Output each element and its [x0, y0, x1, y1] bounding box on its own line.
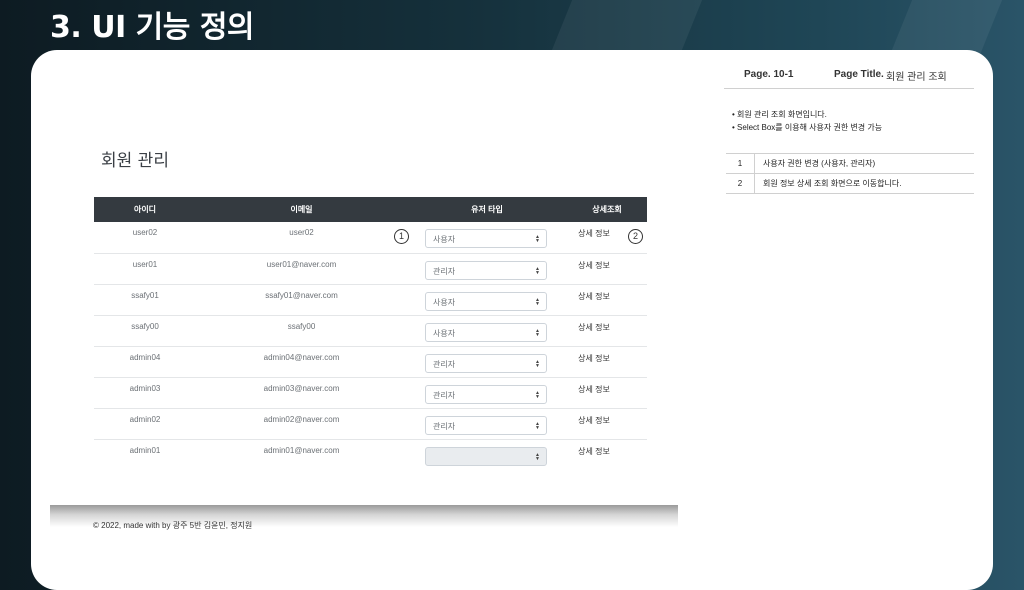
cell-id: admin02	[94, 408, 196, 440]
table-row: user02 user02 사용자 ▲ ▼ 상세 정보	[94, 222, 647, 254]
cell-email: admin03@naver.com	[196, 377, 407, 409]
cell-email: admin04@naver.com	[196, 346, 407, 378]
note-text: 사용자 권한 변경 (사용자, 관리자)	[754, 153, 974, 174]
select-value: 사용자	[433, 297, 456, 307]
cell-user-type: 사용자 ▲ ▼	[407, 284, 567, 316]
table-header-row: 아이디 이메일 유저 타입 상세조회	[94, 197, 647, 222]
column-header-user-type: 유저 타입	[407, 197, 567, 222]
table-row: user01 user01@naver.com 관리자 ▲ ▼ 상세 정보	[94, 253, 647, 285]
updown-arrow-icon: ▲ ▼	[535, 265, 540, 276]
page-heading: 회원 관리	[101, 151, 169, 171]
cell-user-type: 관리자 ▲ ▼	[407, 253, 567, 285]
page-info-header: Page. 10-1 Page Title. 회원 관리 조회	[724, 62, 974, 89]
updown-arrow-icon: ▲ ▼	[535, 389, 540, 400]
cell-user-type: 사용자 ▲ ▼	[407, 222, 567, 254]
column-header-id: 아이디	[94, 197, 196, 222]
notes-table: 1 사용자 권한 변경 (사용자, 관리자) 2 회원 정보 상세 조회 화면으…	[726, 153, 974, 194]
note-number: 2	[726, 173, 755, 194]
select-value: 사용자	[433, 328, 456, 338]
callout-1: 1	[394, 229, 409, 244]
cell-id: admin04	[94, 346, 196, 378]
updown-arrow-icon: ▲ ▼	[535, 327, 540, 338]
updown-arrow-icon: ▲ ▼	[535, 234, 540, 244]
column-header-detail: 상세조회	[567, 197, 647, 222]
cell-detail: 상세 정보	[567, 408, 647, 440]
description-list: 회원 관리 조회 화면입니다. Select Box를 이용해 사용자 권한 변…	[732, 108, 882, 134]
cell-user-type: 관리자 ▲ ▼	[407, 346, 567, 378]
description-item: Select Box를 이용해 사용자 권한 변경 가능	[732, 121, 882, 134]
user-type-select[interactable]: 사용자 ▲ ▼	[425, 291, 547, 311]
cell-detail: 상세 정보	[567, 346, 647, 378]
cell-email: admin02@naver.com	[196, 408, 407, 440]
page-number: Page. 10-1	[744, 69, 794, 80]
table-row: admin03 admin03@naver.com 관리자 ▲ ▼ 상세 정보	[94, 377, 647, 409]
user-type-select[interactable]: 사용자 ▲ ▼	[425, 322, 547, 342]
cell-id: ssafy00	[94, 315, 196, 347]
user-type-select[interactable]: 관리자 ▲ ▼	[425, 353, 547, 373]
user-type-select[interactable]: ▲ ▼	[425, 446, 547, 466]
note-text: 회원 정보 상세 조회 화면으로 이동합니다.	[754, 173, 974, 194]
description-item: 회원 관리 조회 화면입니다.	[732, 108, 882, 121]
table-row: admin01 admin01@naver.com ▲ ▼ 상세 정보	[94, 439, 647, 470]
cell-detail: 상세 정보	[567, 315, 647, 347]
table-row: admin04 admin04@naver.com 관리자 ▲ ▼ 상세 정보	[94, 346, 647, 378]
cell-user-type: 사용자 ▲ ▼	[407, 315, 567, 347]
updown-arrow-icon: ▲ ▼	[535, 358, 540, 369]
table-row: ssafy01 ssafy01@naver.com 사용자 ▲ ▼ 상세 정보	[94, 284, 647, 316]
table-row: ssafy00 ssafy00 사용자 ▲ ▼ 상세 정보	[94, 315, 647, 347]
cell-email: user01@naver.com	[196, 253, 407, 285]
cell-id: user02	[94, 222, 196, 254]
cell-email: ssafy00	[196, 315, 407, 347]
cell-user-type: 관리자 ▲ ▼	[407, 408, 567, 440]
cell-detail: 상세 정보	[567, 377, 647, 409]
detail-link[interactable]: 상세 정보	[578, 353, 610, 364]
updown-arrow-icon: ▲ ▼	[535, 420, 540, 431]
cell-id: admin03	[94, 377, 196, 409]
page-title-value: 회원 관리 조회	[886, 72, 947, 83]
cell-id: admin01	[129, 445, 161, 455]
cell-email: admin01@naver.com	[263, 445, 340, 455]
updown-arrow-icon: ▲ ▼	[535, 451, 540, 462]
detail-link[interactable]: 상세 정보	[578, 384, 610, 395]
member-table: 아이디 이메일 유저 타입 상세조회 user02 user02 사용자 ▲ ▼ 상세 정…	[94, 197, 647, 470]
callout-2: 2	[628, 229, 643, 244]
user-type-select[interactable]: 관리자 ▲ ▼	[425, 415, 547, 435]
user-type-select[interactable]: 사용자 ▲ ▼	[425, 229, 547, 248]
page-title-label: Page Title.	[834, 69, 884, 80]
slide-title: 3. UI 기능 정의	[50, 10, 255, 45]
select-value: 관리자	[433, 359, 456, 369]
select-value: 사용자	[433, 235, 456, 244]
footer-credit: © 2022, made with by 광주 5반 김윤민, 정지원	[93, 521, 253, 530]
detail-link[interactable]: 상세 정보	[578, 415, 610, 426]
select-value: 관리자	[433, 421, 456, 431]
cell-email: user02	[196, 222, 407, 254]
note-row: 1 사용자 권한 변경 (사용자, 관리자)	[726, 153, 974, 174]
cell-detail: 상세 정보	[567, 284, 647, 316]
user-type-select[interactable]: 관리자 ▲ ▼	[425, 260, 547, 280]
select-value: 관리자	[433, 390, 456, 400]
detail-link[interactable]: 상세 정보	[578, 446, 610, 457]
column-header-email: 이메일	[196, 197, 407, 222]
cell-user-type: ▲ ▼	[407, 439, 567, 470]
cell-id: user01	[94, 253, 196, 285]
updown-arrow-icon: ▲ ▼	[535, 296, 540, 307]
select-value: 관리자	[433, 266, 456, 276]
cell-id: ssafy01	[94, 284, 196, 316]
detail-link[interactable]: 상세 정보	[578, 228, 610, 239]
cell-email: ssafy01@naver.com	[196, 284, 407, 316]
cell-user-type: 관리자 ▲ ▼	[407, 377, 567, 409]
table-row: admin02 admin02@naver.com 관리자 ▲ ▼ 상세 정보	[94, 408, 647, 440]
cell-detail: 상세 정보	[567, 253, 647, 285]
note-row: 2 회원 정보 상세 조회 화면으로 이동합니다.	[726, 173, 974, 194]
user-type-select[interactable]: 관리자 ▲ ▼	[425, 384, 547, 404]
detail-link[interactable]: 상세 정보	[578, 322, 610, 333]
note-number: 1	[726, 153, 755, 174]
cell-detail: 상세 정보	[567, 439, 647, 470]
detail-link[interactable]: 상세 정보	[578, 260, 610, 271]
detail-link[interactable]: 상세 정보	[578, 291, 610, 302]
